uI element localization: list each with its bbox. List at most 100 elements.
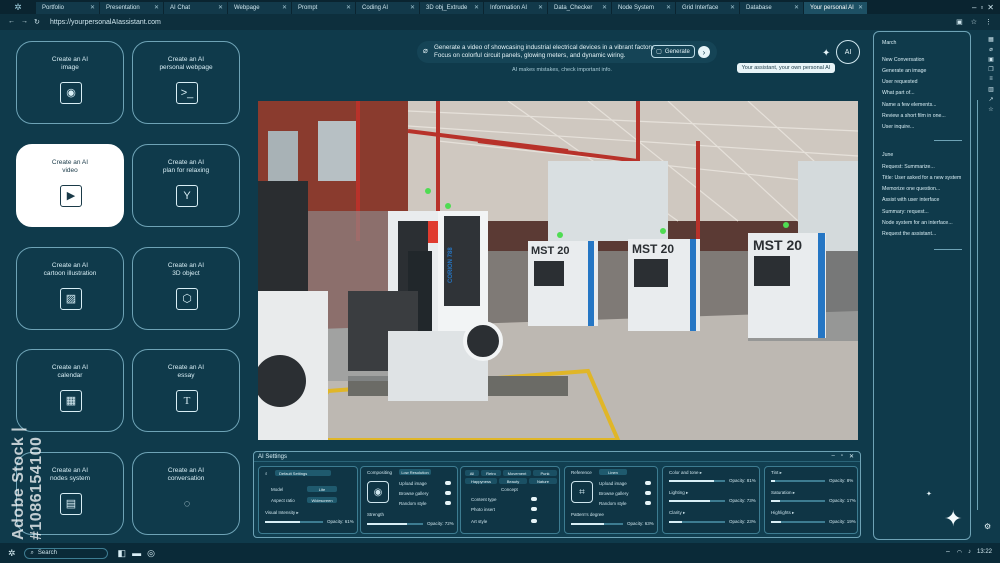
tab-information-ai[interactable]: Information AI ✕: [484, 2, 548, 14]
grid-icon[interactable]: ▦: [985, 36, 997, 46]
clarity-slider[interactable]: [669, 521, 725, 523]
maximize-icon[interactable]: ▫: [841, 453, 843, 460]
camera-icon[interactable]: ▣: [956, 18, 963, 26]
list-icon[interactable]: ≡: [985, 76, 997, 86]
tab-your-personal-ai[interactable]: Your personal AI ✕: [804, 2, 868, 14]
history-item[interactable]: Title: User asked for a new system: [882, 175, 961, 181]
aspect-select[interactable]: Widescreen: [307, 497, 337, 503]
history-item[interactable]: New Conversation: [882, 57, 924, 63]
lighting-slider[interactable]: [669, 500, 725, 502]
card-create-video[interactable]: Create an AI video ▶: [16, 144, 124, 227]
tab-portfolio[interactable]: Portfolio ✕: [36, 2, 100, 14]
reference-preview-icon[interactable]: ⌗: [571, 481, 593, 503]
card-create-image[interactable]: Create an AI image ◉: [16, 41, 124, 124]
filter-chip[interactable]: Nature: [529, 478, 557, 484]
compositing-preview-icon[interactable]: ◉: [367, 481, 389, 503]
upload-toggle[interactable]: [445, 481, 451, 485]
close-window-icon[interactable]: ✕: [987, 3, 994, 12]
back-icon[interactable]: ←: [8, 18, 15, 26]
bookmark-icon[interactable]: ☆: [971, 18, 977, 26]
tab-data-checker[interactable]: Data_Checker ✕: [548, 2, 612, 14]
tab-prompt[interactable]: Prompt ✕: [292, 2, 356, 14]
maximize-icon[interactable]: ▫: [980, 3, 983, 12]
filter-chip[interactable]: Retro: [481, 470, 501, 476]
card-create-calendar[interactable]: Create an AI calendar ▦: [16, 349, 124, 432]
minimize-icon[interactable]: –: [972, 3, 976, 12]
close-icon[interactable]: ✕: [474, 4, 479, 11]
random-toggle[interactable]: [645, 501, 651, 505]
ai-app-icon[interactable]: ◎: [147, 548, 155, 559]
send-button[interactable]: ›: [698, 46, 710, 58]
random-toggle[interactable]: [445, 501, 451, 505]
volume-icon[interactable]: ♪: [968, 549, 971, 557]
tab-presentation[interactable]: Presentation ✕: [100, 2, 164, 14]
menu-icon[interactable]: ⋮: [985, 18, 992, 26]
card-create-essay[interactable]: Create an AI essay T: [132, 349, 240, 432]
card-create-3d-object[interactable]: Create an AI 3D object ⬡: [132, 247, 240, 330]
saturation-slider[interactable]: [771, 500, 825, 502]
compositing-select[interactable]: Low Resolution: [399, 469, 431, 475]
tab-webpage[interactable]: Webpage ✕: [228, 2, 292, 14]
close-icon[interactable]: ✕: [730, 4, 735, 11]
close-icon[interactable]: ✕: [218, 4, 223, 11]
filter-chip[interactable]: Movement: [503, 470, 531, 476]
assistant-avatar[interactable]: AI: [836, 40, 860, 64]
forward-icon[interactable]: →: [21, 18, 28, 26]
close-icon[interactable]: ✕: [666, 4, 671, 11]
history-item[interactable]: Generate an image: [882, 68, 926, 74]
history-item[interactable]: Request: Summarize...: [882, 164, 935, 170]
tab-ai-chat[interactable]: AI Chat ✕: [164, 2, 228, 14]
art-style-toggle[interactable]: [531, 519, 537, 523]
history-item[interactable]: What part of...: [882, 90, 915, 96]
model-select[interactable]: Lite: [307, 486, 337, 492]
tab-node-system[interactable]: Node System ✕: [612, 2, 676, 14]
star-icon[interactable]: ☆: [985, 106, 997, 116]
highlights-slider[interactable]: [771, 521, 825, 523]
tab-database[interactable]: Database ✕: [740, 2, 804, 14]
tab-grid-interface[interactable]: Grid Interface ✕: [676, 2, 740, 14]
upload-toggle[interactable]: [645, 481, 651, 485]
app-icon[interactable]: ◧: [118, 548, 127, 559]
filter-chip[interactable]: Beauty: [499, 478, 527, 484]
card-create-relax-plan[interactable]: Create an AI plan for relaxing Y: [132, 144, 240, 227]
card-create-conversation[interactable]: Create an AI conversation ◌: [132, 452, 240, 535]
close-icon[interactable]: ✕: [602, 4, 607, 11]
close-icon[interactable]: ✕: [154, 4, 159, 11]
generated-video-preview[interactable]: MST 20 MST 20 MST 20 CORION 788: [258, 101, 858, 440]
photo-insert-toggle[interactable]: [531, 507, 537, 511]
browse-toggle[interactable]: [445, 491, 451, 495]
history-item[interactable]: Summary: request...: [882, 209, 929, 215]
network-icon[interactable]: ⌔: [945, 549, 951, 557]
browse-toggle[interactable]: [645, 491, 651, 495]
pattern-slider[interactable]: [571, 523, 623, 525]
card-create-webpage[interactable]: Create an AI personal webpage >_: [132, 41, 240, 124]
visual-intensity-slider[interactable]: [265, 521, 323, 523]
history-item[interactable]: Node system for an interface...: [882, 220, 953, 226]
attach-icon[interactable]: ⌀: [423, 47, 428, 55]
close-icon[interactable]: ✕: [849, 453, 854, 460]
tint-slider[interactable]: [771, 480, 825, 482]
tab-3d-obj[interactable]: 3D obj_Extrude ✕: [420, 2, 484, 14]
folder-icon[interactable]: ▬: [132, 548, 141, 559]
close-icon[interactable]: ✕: [410, 4, 415, 11]
close-icon[interactable]: ✕: [346, 4, 351, 11]
generate-button[interactable]: ▢ Generate: [651, 45, 695, 58]
close-icon[interactable]: ✕: [282, 4, 287, 11]
history-item[interactable]: Name a few elements...: [882, 102, 937, 108]
settings-gear-icon[interactable]: ⚙: [984, 522, 991, 531]
close-icon[interactable]: ✕: [858, 4, 863, 11]
start-icon[interactable]: ✲: [8, 548, 16, 559]
filter-chip[interactable]: All: [465, 470, 479, 476]
strength-slider[interactable]: [367, 523, 423, 525]
history-item[interactable]: Memorize one question...: [882, 186, 940, 192]
settings-search-input[interactable]: Default Settings: [275, 470, 331, 476]
close-icon[interactable]: ✕: [794, 4, 799, 11]
minimize-icon[interactable]: –: [831, 453, 834, 460]
reload-icon[interactable]: ↻: [34, 18, 40, 26]
filter-chip[interactable]: Punk: [533, 470, 557, 476]
history-item[interactable]: User inquire...: [882, 124, 914, 130]
reference-select[interactable]: Linen: [599, 469, 627, 475]
chart-icon[interactable]: ▥: [985, 86, 997, 96]
color-tone-slider[interactable]: [669, 480, 725, 482]
close-icon[interactable]: ✕: [538, 4, 543, 11]
